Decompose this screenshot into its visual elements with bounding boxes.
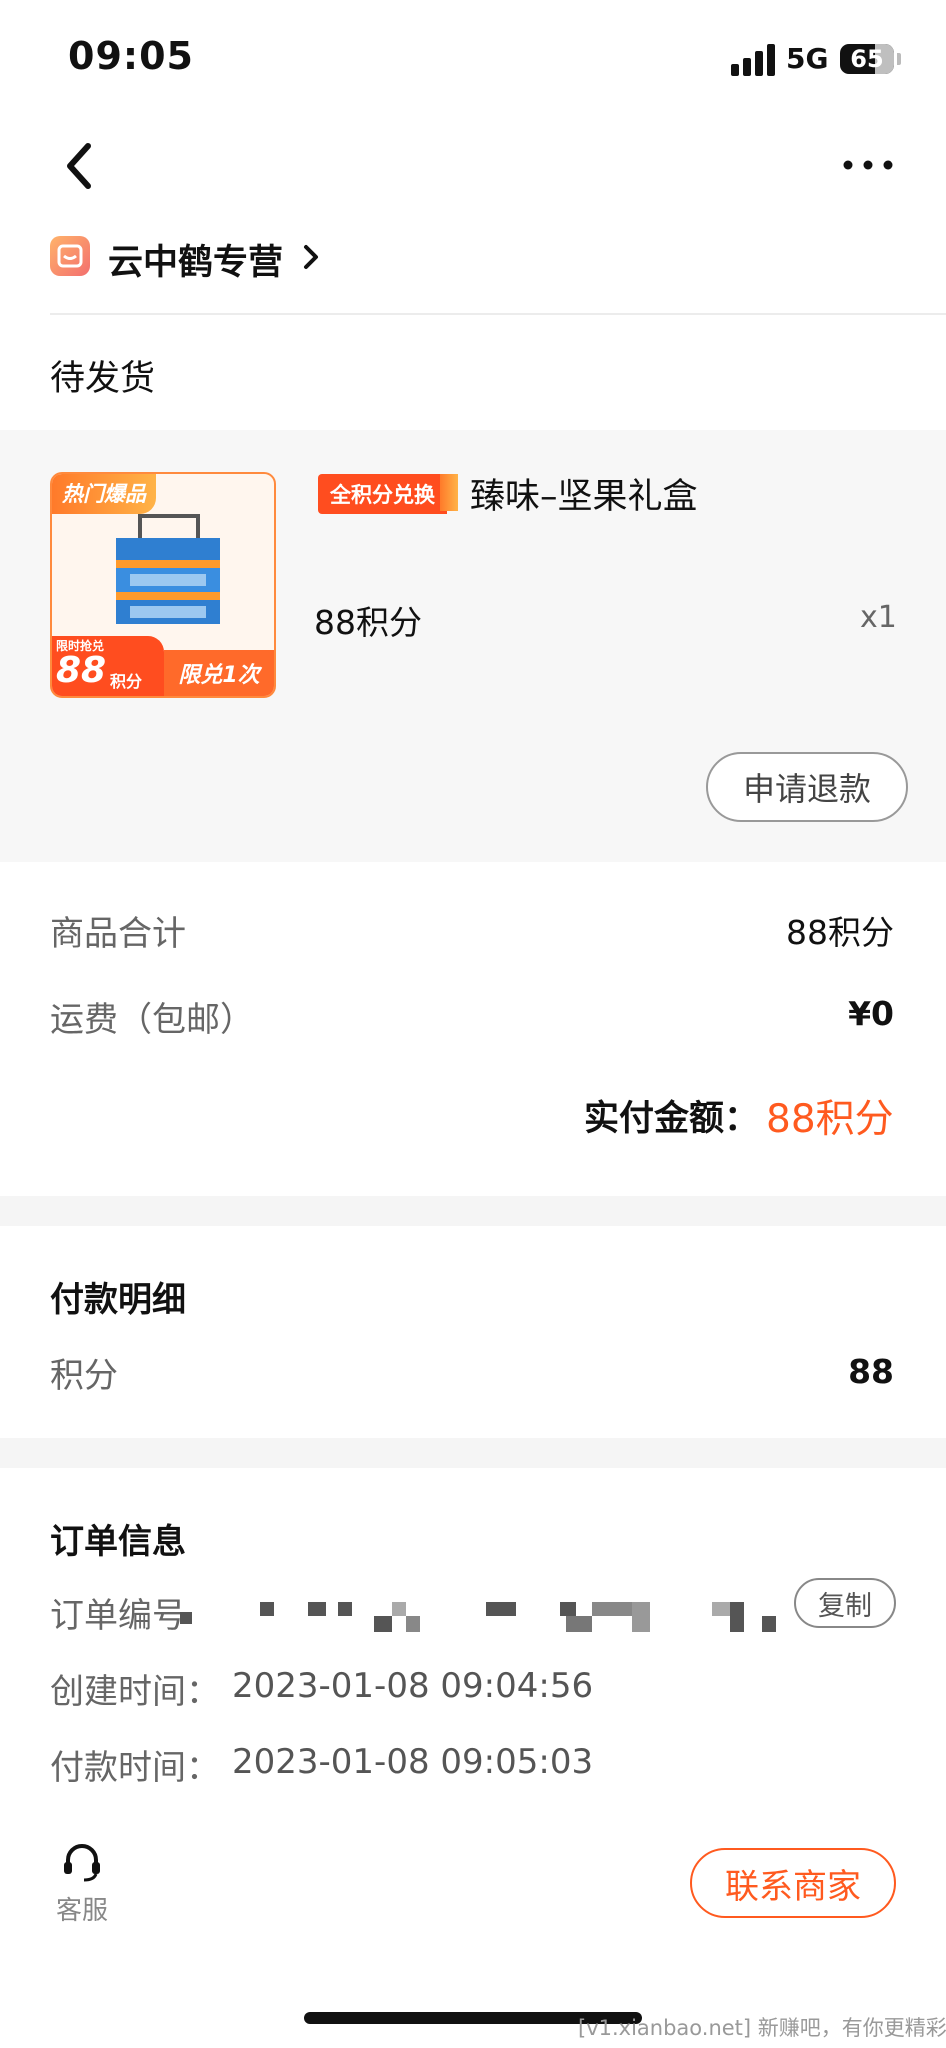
points-exchange-badge: 全积分兑换 bbox=[318, 474, 447, 514]
badge-tail bbox=[440, 474, 458, 511]
order-info-title: 订单信息 bbox=[50, 1522, 186, 1562]
image-limit-label: 限兑1次 bbox=[164, 650, 274, 696]
product-image-tag: 热门爆品 bbox=[52, 474, 156, 514]
order-status: 待发货 bbox=[50, 359, 156, 399]
image-price: 88 bbox=[56, 650, 107, 691]
battery-level: 65 bbox=[850, 45, 884, 73]
chevron-right-icon bbox=[304, 245, 318, 269]
battery-icon: 65 bbox=[840, 44, 894, 74]
order-number-label: 订单编号 bbox=[50, 1596, 186, 1636]
product-image[interactable]: 热门爆品 限时抢兑 88 积分 限兑1次 bbox=[50, 472, 276, 698]
subtotal-label: 商品合计 bbox=[50, 914, 186, 954]
copy-button[interactable]: 复制 bbox=[794, 1578, 896, 1628]
shop-name-link[interactable]: 云中鹤专营 bbox=[108, 234, 283, 285]
more-dots-icon[interactable] bbox=[838, 150, 898, 180]
customer-service-label[interactable]: 客服 bbox=[56, 1890, 108, 1927]
back-chevron-left-icon[interactable] bbox=[58, 140, 106, 192]
paid-time-label: 付款时间： bbox=[50, 1748, 220, 1788]
refund-button[interactable]: 申请退款 bbox=[706, 752, 908, 822]
network-type: 5G bbox=[786, 42, 829, 75]
battery-tip bbox=[897, 53, 901, 65]
shipping-label: 运费（包邮） bbox=[50, 1000, 254, 1040]
section-gap bbox=[0, 1196, 946, 1226]
image-price-unit: 积分 bbox=[110, 672, 143, 691]
section-gap bbox=[0, 1438, 946, 1468]
contact-merchant-button[interactable]: 联系商家 bbox=[690, 1848, 896, 1918]
shop-icon bbox=[50, 236, 90, 276]
points-label: 积分 bbox=[50, 1356, 118, 1396]
order-number-redacted bbox=[180, 1598, 776, 1632]
product-name[interactable]: 臻味–坚果礼盒 bbox=[470, 468, 698, 519]
points-value: 88 bbox=[848, 1352, 894, 1391]
gift-box-illustration bbox=[116, 514, 220, 624]
product-quantity: x1 bbox=[860, 600, 897, 635]
paid-amount-value: 88积分 bbox=[766, 1097, 894, 1142]
product-price: 88积分 bbox=[314, 603, 422, 642]
paid-time-value: 2023-01-08 09:05:03 bbox=[232, 1742, 594, 1782]
status-time: 09:05 bbox=[68, 34, 194, 78]
shipping-value: ¥0 bbox=[848, 994, 894, 1033]
divider bbox=[50, 313, 946, 315]
subtotal-value: 88积分 bbox=[786, 913, 894, 952]
watermark-text: [v1.xianbao.net] 新赚吧，有你更精彩！ bbox=[578, 2016, 946, 2040]
payment-detail-title: 付款明细 bbox=[50, 1280, 186, 1320]
customer-service-headset-icon[interactable] bbox=[60, 1840, 104, 1884]
cellular-signal-icon bbox=[731, 44, 777, 76]
created-time-label: 创建时间： bbox=[50, 1672, 220, 1712]
created-time-value: 2023-01-08 09:04:56 bbox=[232, 1666, 594, 1706]
paid-amount-label: 实付金额： bbox=[584, 1099, 760, 1139]
